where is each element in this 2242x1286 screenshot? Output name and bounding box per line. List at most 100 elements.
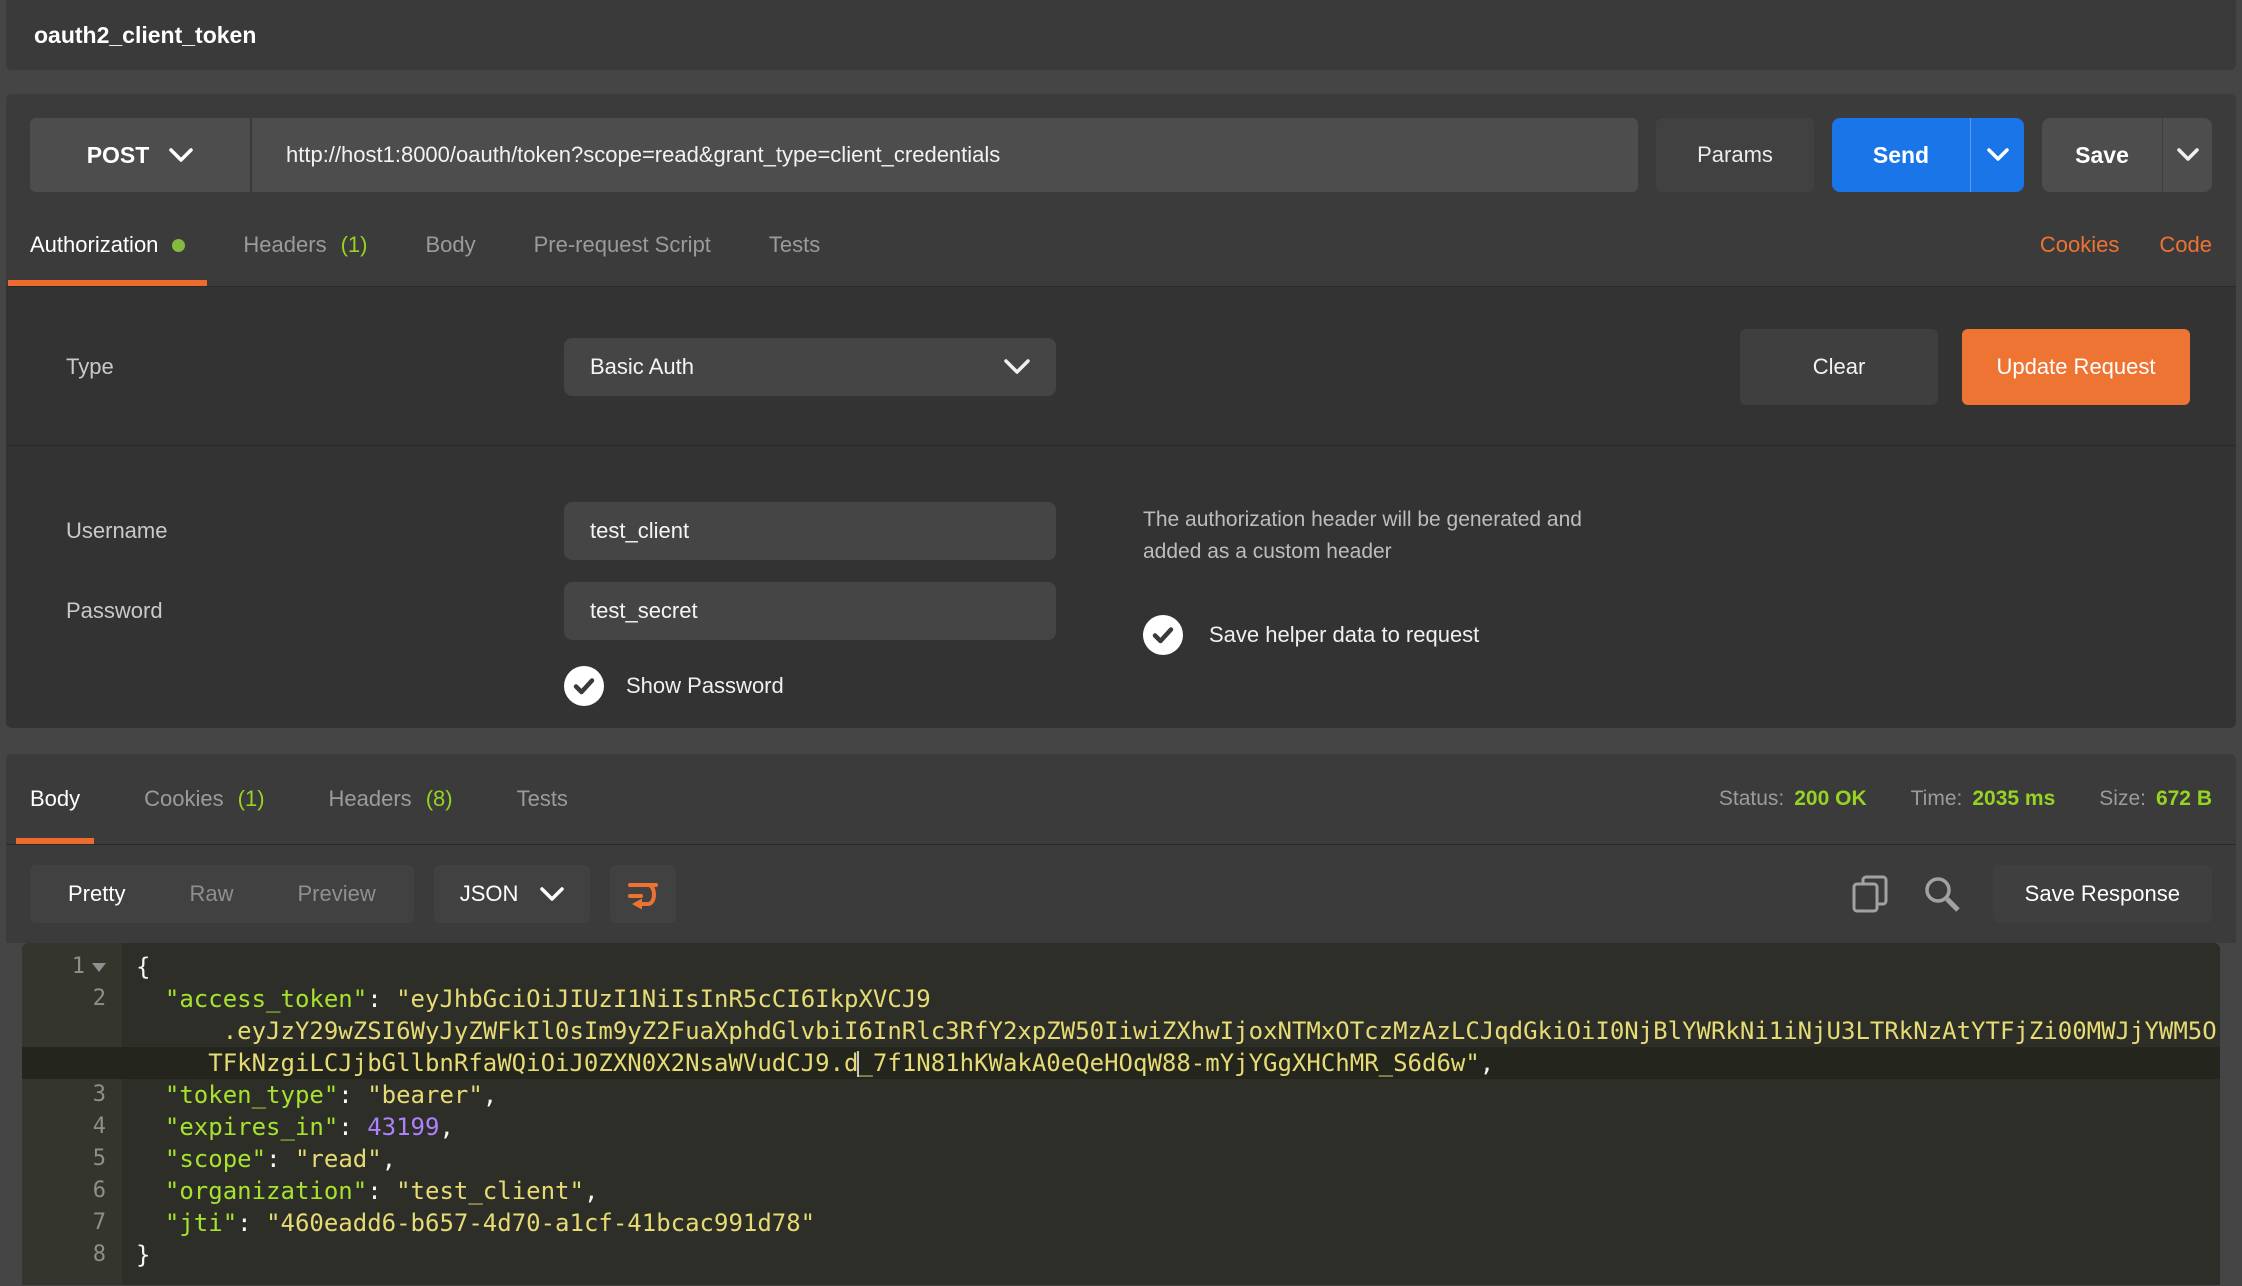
save-helper-label: Save helper data to request bbox=[1209, 622, 1479, 648]
view-mode-raw[interactable]: Raw bbox=[157, 881, 265, 907]
type-label: Type bbox=[66, 354, 564, 380]
line-number bbox=[22, 1015, 122, 1047]
credentials-area: Username test_client Password test_secre… bbox=[6, 446, 2236, 728]
request-title: oauth2_client_token bbox=[34, 22, 256, 49]
save-button[interactable]: Save bbox=[2042, 118, 2162, 192]
line-number: 3 bbox=[22, 1079, 122, 1111]
send-button-group: Send bbox=[1832, 118, 2024, 192]
postman-window: oauth2_client_token POST http://host1:80… bbox=[0, 0, 2242, 1286]
save-options-button[interactable] bbox=[2162, 118, 2212, 192]
code-line: 7 "jti": "460eadd6-b657-4d70-a1cf-41bcac… bbox=[22, 1207, 2220, 1239]
show-password-checkbox[interactable]: Show Password bbox=[564, 666, 1143, 706]
save-helper-checkbox[interactable]: Save helper data to request bbox=[1143, 615, 2190, 655]
tab-label: Tests bbox=[517, 786, 568, 812]
method-label: POST bbox=[87, 142, 150, 169]
code-text: { bbox=[122, 951, 150, 983]
request-titlebar: oauth2_client_token bbox=[6, 0, 2236, 70]
tab-label: Authorization bbox=[30, 232, 158, 258]
auth-type-row: Type Basic Auth Clear Update Request bbox=[6, 287, 2236, 445]
tab-cookies[interactable]: Cookies (1) bbox=[144, 754, 264, 844]
line-number bbox=[22, 1047, 122, 1079]
code-text: TFkNzgiLCJjbGllbnRfaWQiOiJ0ZXN0X2NsaWVud… bbox=[122, 1047, 1494, 1079]
show-password-label: Show Password bbox=[626, 673, 784, 699]
code-text: "access_token": "eyJhbGciOiJIUzI1NiIsInR… bbox=[122, 983, 931, 1015]
response-tabs-row: Body Cookies (1) Headers(8) Tests Status: 20… bbox=[6, 754, 2236, 844]
username-field[interactable]: test_client bbox=[564, 502, 1056, 560]
code-text: "jti": "460eadd6-b657-4d70-a1cf-41bcac99… bbox=[122, 1207, 815, 1239]
send-options-button[interactable] bbox=[1970, 118, 2024, 192]
username-label: Username bbox=[66, 518, 564, 544]
chevron-down-icon bbox=[2177, 148, 2199, 162]
password-field[interactable]: test_secret bbox=[564, 582, 1056, 640]
tab-count-badge: (8) bbox=[426, 786, 453, 812]
tab-tests[interactable]: Tests bbox=[769, 204, 820, 286]
url-input[interactable]: http://host1:8000/oauth/token?scope=read… bbox=[252, 118, 1638, 192]
method-url-bar: POST http://host1:8000/oauth/token?scope… bbox=[30, 118, 1638, 192]
code-text: "expires_in": 43199, bbox=[122, 1111, 454, 1143]
code-text: "token_type": "bearer", bbox=[122, 1079, 497, 1111]
code-line: 5 "scope": "read", bbox=[22, 1143, 2220, 1175]
tab-tests[interactable]: Tests bbox=[517, 754, 568, 844]
wrap-text-icon bbox=[625, 876, 661, 912]
view-mode-preview[interactable]: Preview bbox=[265, 881, 407, 907]
checked-icon bbox=[564, 666, 604, 706]
tab-body[interactable]: Body bbox=[30, 754, 80, 844]
line-number: 8 bbox=[22, 1239, 122, 1271]
url-row: POST http://host1:8000/oauth/token?scope… bbox=[6, 94, 2236, 204]
view-mode-pretty[interactable]: Pretty bbox=[36, 881, 157, 907]
cookies-link[interactable]: Cookies bbox=[2040, 232, 2119, 258]
code-text: "organization": "test_client", bbox=[122, 1175, 598, 1207]
tab-label: Pre-request Script bbox=[534, 232, 711, 258]
status-badge: Status: 200 OK bbox=[1719, 787, 1867, 811]
fold-toggle-icon[interactable] bbox=[92, 963, 106, 972]
tab-authorization[interactable]: Authorization bbox=[30, 204, 185, 286]
search-response-button[interactable] bbox=[1921, 873, 1963, 915]
tab-label: Body bbox=[425, 232, 475, 258]
auth-type-select[interactable]: Basic Auth bbox=[564, 338, 1056, 396]
view-mode-switcher: PrettyRawPreview bbox=[30, 865, 414, 923]
chevron-down-icon bbox=[1987, 148, 2009, 162]
chevron-down-icon bbox=[540, 887, 564, 902]
request-tabs-links: Cookies Code bbox=[2040, 232, 2212, 258]
size-badge: Size: 672 B bbox=[2099, 787, 2212, 811]
copy-response-button[interactable] bbox=[1849, 873, 1891, 915]
copy-icon bbox=[1849, 873, 1891, 915]
tab-count-badge: (1) bbox=[238, 786, 265, 812]
response-toolbar: PrettyRawPreview JSON bbox=[6, 845, 2236, 943]
send-button[interactable]: Send bbox=[1832, 118, 1970, 192]
response-panel: Body Cookies (1) Headers(8) Tests Status: 20… bbox=[6, 754, 2236, 1285]
code-link[interactable]: Code bbox=[2159, 232, 2212, 258]
format-select[interactable]: JSON bbox=[434, 865, 591, 923]
code-line: 4 "expires_in": 43199, bbox=[22, 1111, 2220, 1143]
tab-label: Cookies bbox=[144, 786, 223, 812]
tab-headers[interactable]: Headers(1) bbox=[243, 204, 367, 286]
request-tabs: Authorization Headers(1) Body Pre-request S… bbox=[30, 204, 878, 286]
tab-count-badge: (1) bbox=[341, 232, 368, 258]
code-text: "scope": "read", bbox=[122, 1143, 396, 1175]
chevron-down-icon bbox=[1004, 359, 1030, 375]
line-number: 4 bbox=[22, 1111, 122, 1143]
tab-pre-request-script[interactable]: Pre-request Script bbox=[534, 204, 711, 286]
save-response-button[interactable]: Save Response bbox=[1993, 865, 2212, 923]
tab-body[interactable]: Body bbox=[425, 204, 475, 286]
tab-label: Tests bbox=[769, 232, 820, 258]
params-button[interactable]: Params bbox=[1656, 118, 1814, 192]
line-number: 7 bbox=[22, 1207, 122, 1239]
checked-icon bbox=[1143, 615, 1183, 655]
clear-button[interactable]: Clear bbox=[1740, 329, 1938, 405]
code-line: .eyJzY29wZSI6WyJyZWFkIl0sIm9yZ2FuaXphdGl… bbox=[22, 1015, 2220, 1047]
tab-headers[interactable]: Headers(8) bbox=[329, 754, 453, 844]
code-line: TFkNzgiLCJjbGllbnRfaWQiOiJ0ZXN0X2NsaWVud… bbox=[22, 1047, 2220, 1079]
response-body-editor[interactable]: 1{2 "access_token": "eyJhbGciOiJIUzI1NiI… bbox=[22, 943, 2220, 1285]
response-tabs: Body Cookies (1) Headers(8) Tests bbox=[30, 754, 632, 844]
auth-active-dot bbox=[172, 239, 185, 252]
code-line: 1{ bbox=[22, 951, 2220, 983]
code-line: 2 "access_token": "eyJhbGciOiJIUzI1NiIsI… bbox=[22, 983, 2220, 1015]
line-number: 6 bbox=[22, 1175, 122, 1207]
wrap-text-button[interactable] bbox=[610, 865, 676, 923]
request-panel: POST http://host1:8000/oauth/token?scope… bbox=[6, 94, 2236, 728]
line-number: 1 bbox=[22, 951, 122, 983]
update-request-button[interactable]: Update Request bbox=[1962, 329, 2190, 405]
line-number: 2 bbox=[22, 983, 122, 1015]
method-dropdown[interactable]: POST bbox=[30, 118, 252, 192]
